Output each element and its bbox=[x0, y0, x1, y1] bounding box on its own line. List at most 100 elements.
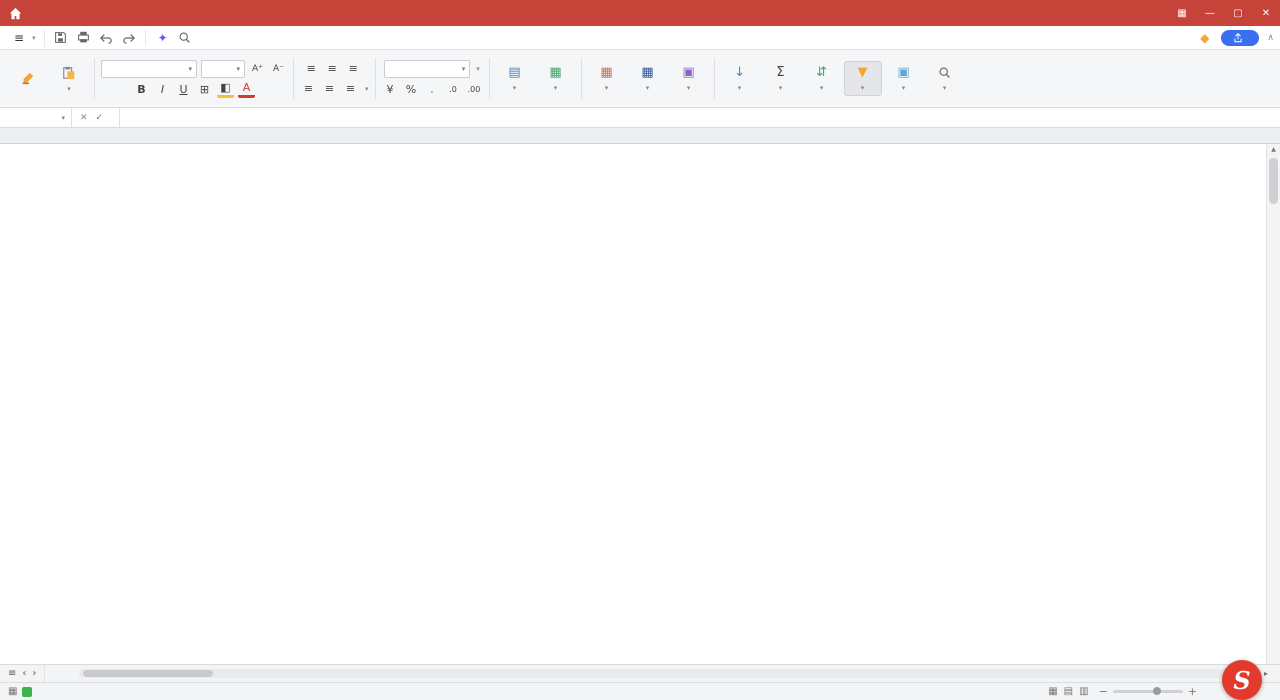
grid-rows bbox=[0, 144, 1266, 664]
ribbon-toolbar: ▾ ▾ ▾ A⁺ A⁻ B I U ⊞ ◧ A ≡ ≡ ≡ bbox=[0, 50, 1280, 108]
new-tab-button[interactable] bbox=[1144, 0, 1168, 26]
rows-columns-button[interactable]: ▤ ▾ bbox=[496, 62, 534, 95]
currency-icon[interactable]: ¥ bbox=[382, 81, 399, 98]
table-style-button[interactable]: ▦ ▾ bbox=[629, 62, 667, 95]
quick-access-toolbar bbox=[45, 30, 146, 45]
increase-decimal-icon[interactable]: .0 bbox=[445, 81, 462, 98]
freeze-button[interactable]: ▣ ▾ bbox=[885, 62, 923, 95]
paste-button[interactable]: ▾ bbox=[50, 63, 88, 95]
increase-font-icon[interactable]: A⁺ bbox=[249, 60, 266, 77]
workspace-icon[interactable]: ▦ bbox=[1168, 0, 1196, 26]
percent-icon[interactable]: % bbox=[403, 81, 420, 98]
bold-button[interactable]: B bbox=[133, 81, 150, 98]
chevron-down-icon: ▾ bbox=[61, 114, 65, 122]
menu-bar: ≡ ▾ ✦ ◆ ∧ bbox=[0, 26, 1280, 50]
window-controls: ▦ — ▢ ✕ bbox=[1168, 0, 1280, 26]
title-bar: ▦ — ▢ ✕ bbox=[0, 0, 1280, 26]
italic-button[interactable]: I bbox=[154, 81, 171, 98]
number-format-select[interactable]: ▾ bbox=[384, 60, 470, 78]
minimize-button[interactable]: — bbox=[1196, 0, 1224, 26]
search-icon[interactable] bbox=[177, 30, 192, 45]
horizontal-scrollbar[interactable] bbox=[79, 669, 1236, 678]
worksheet-button[interactable]: ▦ ▾ bbox=[537, 62, 575, 95]
next-sheet-icon[interactable]: › bbox=[32, 668, 36, 679]
font-name-select[interactable]: ▾ bbox=[101, 60, 197, 78]
prev-sheet-icon[interactable]: ‹ bbox=[22, 668, 26, 679]
decrease-font-icon[interactable]: A⁻ bbox=[270, 60, 287, 77]
wps-ai-button[interactable]: ✦ bbox=[152, 29, 177, 47]
home-icon[interactable] bbox=[0, 0, 30, 26]
align-right-icon[interactable]: ≡ bbox=[342, 80, 359, 97]
alignment-group: ≡ ≡ ≡ ≡ ≡ ≡ ▾ bbox=[295, 53, 374, 104]
decrease-decimal-icon[interactable]: .00 bbox=[466, 81, 483, 98]
font-color-button[interactable]: A bbox=[238, 81, 255, 98]
sigma-icon: Σ bbox=[773, 64, 789, 80]
conditional-format-button[interactable]: ▦ ▾ bbox=[588, 62, 626, 95]
sparkle-icon: ✦ bbox=[158, 31, 168, 45]
cancel-icon[interactable]: ✕ bbox=[80, 113, 88, 123]
number-group: ▾ ▾ ¥ % , .0 .00 bbox=[377, 53, 488, 104]
vip-icon[interactable]: ◆ bbox=[1200, 31, 1209, 45]
align-left-icon[interactable]: ≡ bbox=[300, 80, 317, 97]
horizontal-scroll-thumb[interactable] bbox=[83, 670, 213, 677]
cell-style-button[interactable]: ▣ ▾ bbox=[670, 62, 708, 95]
enter-icon[interactable]: ✓ bbox=[96, 113, 104, 123]
align-bottom-icon[interactable]: ≡ bbox=[345, 60, 362, 77]
zoom-in-icon[interactable]: + bbox=[1188, 685, 1197, 698]
zoom-out-icon[interactable]: − bbox=[1099, 685, 1108, 698]
redo-icon[interactable] bbox=[122, 30, 137, 45]
worksheet-icon: ▦ bbox=[548, 64, 564, 80]
chevron-down-icon: ▾ bbox=[462, 65, 466, 73]
undo-icon[interactable] bbox=[99, 30, 114, 45]
grid-view-icon[interactable]: ▦ bbox=[8, 686, 17, 697]
file-menu-button[interactable]: ≡ ▾ bbox=[6, 29, 45, 47]
magnifier-icon bbox=[937, 64, 953, 80]
zoom-knob[interactable] bbox=[1153, 687, 1161, 695]
sum-button[interactable]: Σ ▾ bbox=[762, 62, 800, 95]
maximize-button[interactable]: ▢ bbox=[1224, 0, 1252, 26]
zoom-control: − + bbox=[1099, 685, 1202, 698]
vertical-scrollbar[interactable]: ▲ bbox=[1266, 144, 1280, 664]
save-icon[interactable] bbox=[53, 30, 68, 45]
formula-input[interactable] bbox=[120, 108, 1280, 127]
collapse-ribbon-icon[interactable]: ∧ bbox=[1267, 33, 1274, 43]
font-size-select[interactable]: ▾ bbox=[201, 60, 245, 78]
freeze-icon: ▣ bbox=[896, 64, 912, 80]
vertical-scroll-thumb[interactable] bbox=[1269, 158, 1278, 204]
convert-button[interactable]: ▾ bbox=[474, 65, 480, 73]
format-painter-button[interactable] bbox=[9, 68, 47, 90]
close-button[interactable]: ✕ bbox=[1252, 0, 1280, 26]
align-center-icon[interactable]: ≡ bbox=[321, 80, 338, 97]
chevron-down-icon: ▾ bbox=[32, 34, 36, 42]
fill-icon: ↓ bbox=[732, 64, 748, 80]
rows-columns-icon: ▤ bbox=[507, 64, 523, 80]
align-top-icon[interactable]: ≡ bbox=[303, 60, 320, 77]
sheet-list-icon[interactable]: ≡ bbox=[8, 668, 16, 679]
align-middle-icon[interactable]: ≡ bbox=[324, 60, 341, 77]
page-break-icon[interactable]: ▥ bbox=[1079, 686, 1088, 697]
wps-logo[interactable]: S bbox=[1222, 660, 1262, 700]
add-sheet-button[interactable] bbox=[45, 665, 67, 682]
normal-view-icon[interactable]: ▦ bbox=[1048, 686, 1057, 697]
share-button[interactable] bbox=[1221, 30, 1259, 46]
chevron-down-icon: ▾ bbox=[236, 65, 240, 73]
underline-button[interactable]: U bbox=[175, 81, 192, 98]
addin-icon[interactable] bbox=[22, 687, 32, 697]
filter-button[interactable]: ▼ ▾ bbox=[844, 61, 882, 96]
merge-cells-button[interactable]: ▾ bbox=[363, 85, 369, 93]
find-button[interactable]: ▾ bbox=[926, 62, 964, 95]
scroll-up-icon[interactable]: ▲ bbox=[1267, 144, 1280, 156]
print-icon[interactable] bbox=[76, 30, 91, 45]
name-box[interactable]: ▾ bbox=[0, 108, 72, 127]
zoom-slider[interactable] bbox=[1113, 690, 1183, 693]
filter-funnel-icon: ▼ bbox=[855, 64, 871, 80]
comma-style-icon[interactable]: , bbox=[424, 81, 441, 98]
font-group: ▾ ▾ A⁺ A⁻ B I U ⊞ ◧ A bbox=[96, 53, 292, 104]
page-layout-icon[interactable]: ▤ bbox=[1064, 686, 1073, 697]
paste-icon bbox=[61, 65, 77, 81]
fill-button[interactable]: ↓ ▾ bbox=[721, 62, 759, 95]
document-tabs bbox=[30, 0, 1144, 26]
borders-button[interactable]: ⊞ bbox=[196, 81, 213, 98]
fill-color-button[interactable]: ◧ bbox=[217, 81, 234, 98]
sort-button[interactable]: ⇵ ▾ bbox=[803, 62, 841, 95]
